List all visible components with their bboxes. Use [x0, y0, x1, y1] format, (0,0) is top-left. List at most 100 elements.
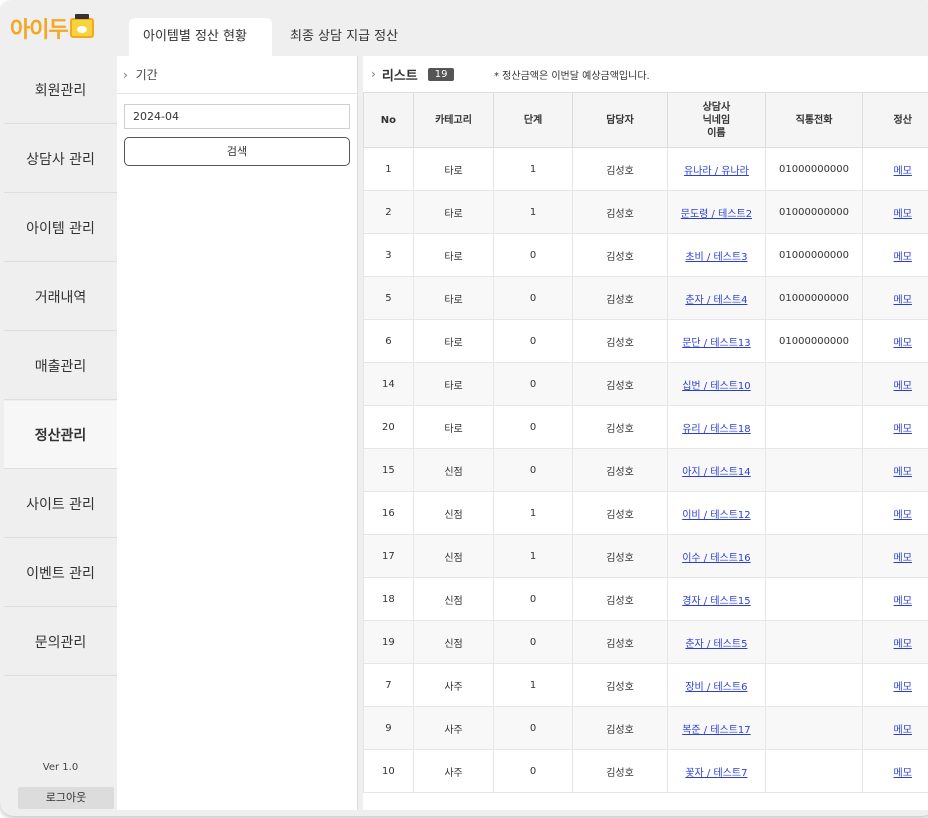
col-counselor-cell: 이비 / 테스트12	[667, 491, 766, 535]
sidebar-item-inquiries[interactable]: 문의관리	[4, 608, 117, 676]
count-badge: 19	[427, 67, 455, 81]
counselor-link[interactable]: 문단 / 테스트13	[682, 338, 750, 349]
col-phone-cell	[764, 448, 864, 492]
table-row: 17 신점 1 김성호 이수 / 테스트16 메모	[363, 534, 928, 578]
counselor-link[interactable]: 장비 / 테스트6	[685, 682, 747, 693]
col-category-cell: 신점	[412, 448, 495, 492]
col-settlement-cell: 메모	[862, 706, 928, 750]
counselor-link[interactable]: 아지 / 테스트14	[682, 467, 750, 478]
list-title: 리스트	[381, 68, 418, 84]
memo-link[interactable]: 메모	[894, 166, 912, 177]
col-settlement-cell: 메모	[862, 147, 928, 191]
tab-item-settlement[interactable]: 아이템별 정산 현황	[129, 18, 272, 56]
col-level-header: 단계	[493, 92, 573, 148]
col-manager-cell: 김성호	[571, 534, 669, 578]
col-category-header: 카테고리	[412, 92, 495, 148]
sidebar-item-members[interactable]: 회원관리	[4, 56, 117, 124]
counselor-link[interactable]: 경자 / 테스트15	[682, 596, 750, 607]
col-counselor-cell: 문단 / 테스트13	[667, 319, 766, 363]
memo-link[interactable]: 메모	[894, 553, 912, 564]
sidebar-item-sales[interactable]: 매출관리	[4, 332, 117, 400]
col-phone-cell	[764, 405, 864, 449]
col-level-cell: 1	[493, 663, 573, 707]
col-counselor-cell: 꽃자 / 테스트7	[667, 749, 766, 793]
sidebar-item-items[interactable]: 아이템 관리	[4, 194, 117, 262]
logo[interactable]: 아이두	[10, 12, 94, 44]
col-settlement-cell: 메모	[862, 448, 928, 492]
col-no-cell: 18	[363, 577, 414, 621]
memo-link[interactable]: 메모	[894, 209, 912, 220]
col-counselor-header: 상담사 닉네임 이름	[667, 92, 766, 148]
memo-link[interactable]: 메모	[894, 295, 912, 306]
col-no-cell: 9	[363, 706, 414, 750]
table-row: 6 타로 0 김성호 문단 / 테스트13 01000000000 메모	[363, 319, 928, 363]
col-settlement-cell: 메모	[862, 534, 928, 578]
memo-link[interactable]: 메모	[894, 725, 912, 736]
col-level-cell: 1	[493, 491, 573, 535]
col-phone-cell	[764, 534, 864, 578]
col-manager-cell: 김성호	[571, 362, 669, 406]
col-settlement-cell: 메모	[862, 190, 928, 234]
memo-link[interactable]: 메모	[894, 252, 912, 263]
memo-link[interactable]: 메모	[894, 682, 912, 693]
col-level-cell: 0	[493, 620, 573, 664]
col-settlement-cell: 메모	[862, 405, 928, 449]
memo-link[interactable]: 메모	[894, 596, 912, 607]
col-phone-cell: 01000000000	[764, 319, 864, 363]
search-button[interactable]: 검색	[124, 137, 350, 166]
memo-link[interactable]: 메모	[894, 381, 912, 392]
col-no-cell: 17	[363, 534, 414, 578]
col-manager-cell: 김성호	[571, 276, 669, 320]
col-phone-cell	[764, 620, 864, 664]
period-input[interactable]	[124, 104, 350, 129]
memo-link[interactable]: 메모	[894, 510, 912, 521]
chevron-right-icon: ›	[123, 68, 128, 82]
counselor-link[interactable]: 유리 / 테스트18	[682, 424, 750, 435]
sidebar-item-counselors[interactable]: 상담사 관리	[4, 125, 117, 193]
col-manager-cell: 김성호	[571, 147, 669, 191]
sidebar-item-settlement[interactable]: 정산관리	[4, 401, 117, 469]
table-row: 9 사주 0 김성호 복준 / 테스트17 메모	[363, 706, 928, 750]
col-level-cell: 0	[493, 448, 573, 492]
table-body: 1 타로 1 김성호 유나라 / 유나라 01000000000 메모 2 타로 1 김성호 문도령 …	[363, 147, 928, 793]
sidebar-item-transactions[interactable]: 거래내역	[4, 263, 117, 331]
col-category-cell: 타로	[412, 190, 495, 234]
memo-link[interactable]: 메모	[894, 467, 912, 478]
col-phone-cell: 01000000000	[764, 233, 864, 277]
table-row: 14 타로 0 김성호 십번 / 테스트10 메모	[363, 362, 928, 406]
tab-final-settlement[interactable]: 최종 상담 지급 정산	[276, 18, 412, 56]
memo-link[interactable]: 메모	[894, 338, 912, 349]
sidebar-item-events[interactable]: 이벤트 관리	[4, 539, 117, 607]
col-level-cell: 1	[493, 534, 573, 578]
counselor-link[interactable]: 문도령 / 테스트2	[681, 209, 752, 220]
counselor-link[interactable]: 꽃자 / 테스트7	[685, 768, 747, 779]
table-row: 10 사주 0 김성호 꽃자 / 테스트7 메모	[363, 749, 928, 793]
memo-link[interactable]: 메모	[894, 768, 912, 779]
counselor-link[interactable]: 복준 / 테스트17	[682, 725, 750, 736]
col-phone-cell: 01000000000	[764, 147, 864, 191]
table-row: 3 타로 0 김성호 초비 / 테스트3 01000000000 메모	[363, 233, 928, 277]
logout-button[interactable]: 로그아웃	[18, 787, 114, 809]
table-row: 15 신점 0 김성호 아지 / 테스트14 메모	[363, 448, 928, 492]
filter-panel: › 기간 검색	[117, 56, 358, 810]
col-category-cell: 신점	[412, 491, 495, 535]
col-phone-cell	[764, 706, 864, 750]
counselor-link[interactable]: 춘자 / 테스트4	[685, 295, 747, 306]
counselor-link[interactable]: 이비 / 테스트12	[682, 510, 750, 521]
col-category-cell: 타로	[412, 362, 495, 406]
sidebar-item-site[interactable]: 사이트 관리	[4, 470, 117, 538]
counselor-link[interactable]: 초비 / 테스트3	[685, 252, 747, 263]
col-settlement-cell: 메모	[862, 749, 928, 793]
col-level-cell: 0	[493, 706, 573, 750]
counselor-link[interactable]: 춘자 / 테스트5	[685, 639, 747, 650]
col-settlement-cell: 메모	[862, 276, 928, 320]
memo-link[interactable]: 메모	[894, 424, 912, 435]
app-window: 아이두 아이템별 정산 현황 최종 상담 지급 정산 회원관리 상담사 관리 아…	[0, 0, 928, 816]
memo-link[interactable]: 메모	[894, 639, 912, 650]
counselor-link[interactable]: 십번 / 테스트10	[682, 381, 750, 392]
col-no-cell: 7	[363, 663, 414, 707]
counselor-link[interactable]: 이수 / 테스트16	[682, 553, 750, 564]
col-category-cell: 사주	[412, 663, 495, 707]
col-manager-cell: 김성호	[571, 577, 669, 621]
counselor-link[interactable]: 유나라 / 유나라	[684, 166, 749, 177]
